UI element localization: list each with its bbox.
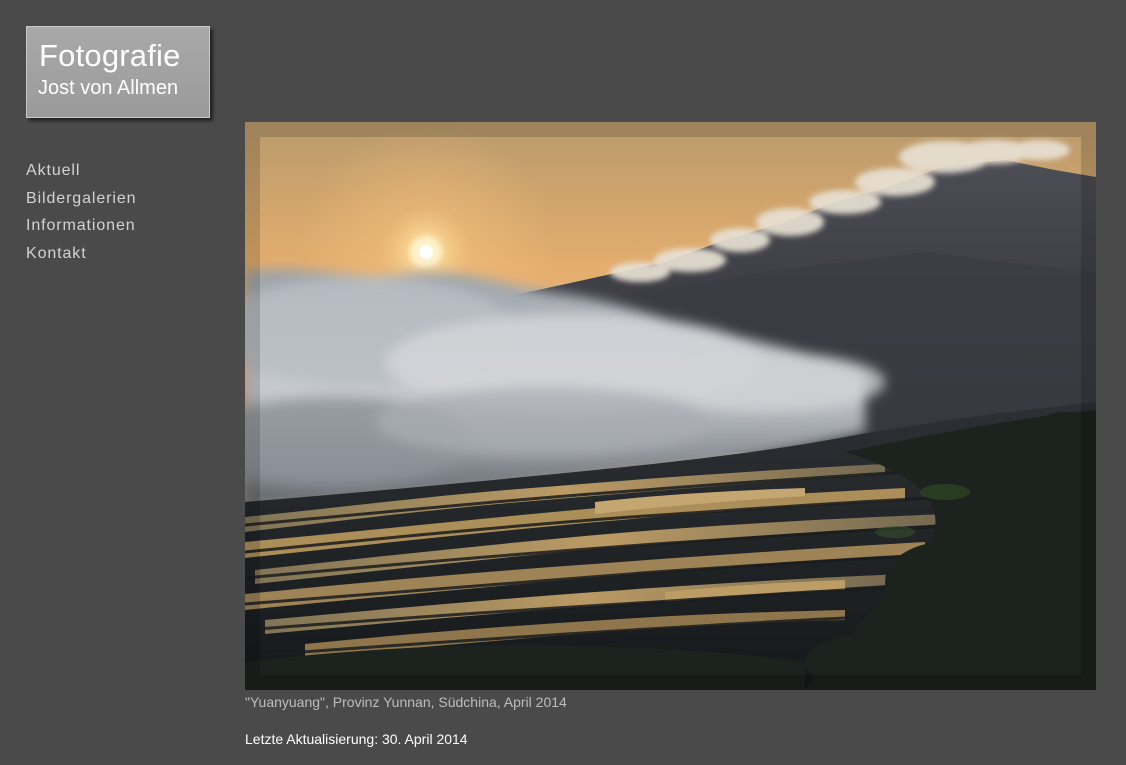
main-nav: Aktuell Bildergalerien Informationen Kon…: [26, 158, 136, 268]
photo-caption: "Yuanyuang", Provinz Yunnan, Südchina, A…: [245, 694, 567, 710]
last-update-text: Letzte Aktualisierung: 30. April 2014: [245, 731, 468, 747]
featured-photo: [245, 122, 1096, 690]
nav-item-kontakt[interactable]: Kontakt: [26, 241, 136, 269]
nav-item-informationen[interactable]: Informationen: [26, 213, 136, 241]
logo-subtitle: Jost von Allmen: [38, 77, 179, 99]
page: Fotografie Jost von Allmen Aktuell Bilde…: [0, 0, 1126, 765]
nav-item-aktuell[interactable]: Aktuell: [26, 158, 136, 186]
nav-item-bildergalerien[interactable]: Bildergalerien: [26, 186, 136, 214]
site-logo[interactable]: Fotografie Jost von Allmen: [26, 26, 210, 118]
logo-title: Fotografie: [39, 38, 181, 73]
